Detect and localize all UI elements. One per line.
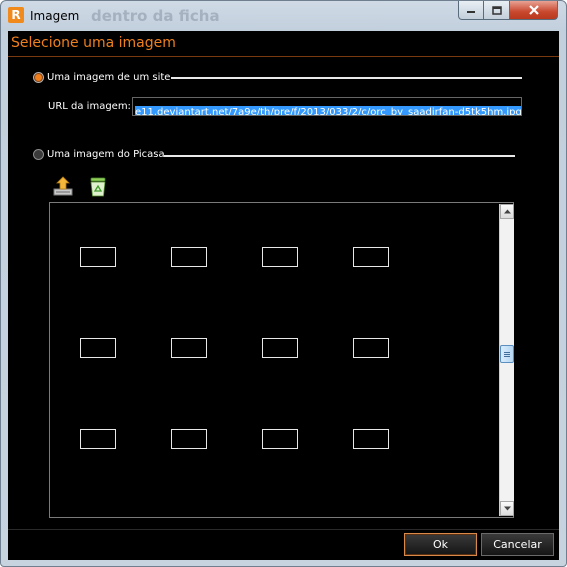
thumbnail[interactable] <box>80 247 116 267</box>
maximize-icon <box>491 5 502 15</box>
thumbnail[interactable] <box>262 247 298 267</box>
site-option-radio[interactable] <box>33 72 44 83</box>
dialog-window: R Imagem dentro da ficha Selecione uma i… <box>0 0 567 567</box>
thumbnail[interactable] <box>353 247 389 267</box>
thumbnail[interactable] <box>353 338 389 358</box>
window-title: Imagem <box>30 9 80 23</box>
thumbnail[interactable] <box>262 338 298 358</box>
url-label: URL da imagem: <box>48 101 131 112</box>
minimize-icon <box>467 11 475 13</box>
recycle-bin-icon[interactable] <box>87 176 109 198</box>
gallery-scrollbar[interactable] <box>499 204 514 516</box>
maximize-button[interactable] <box>484 1 510 20</box>
close-icon <box>528 5 539 15</box>
thumbnail[interactable] <box>171 429 207 449</box>
chevron-down-icon <box>503 506 511 511</box>
dialog-content: Selecione uma imagem Uma imagem de um si… <box>8 31 559 529</box>
app-icon: R <box>8 7 24 23</box>
cancel-button[interactable]: Cancelar <box>481 533 554 556</box>
thumbnail[interactable] <box>262 429 298 449</box>
picasa-option-label[interactable]: Uma imagem do Picasa <box>47 149 165 160</box>
scrollbar-thumb[interactable] <box>500 345 514 363</box>
thumbnail[interactable] <box>80 429 116 449</box>
scroll-up-button[interactable] <box>500 204 514 219</box>
upload-icon[interactable] <box>52 176 74 198</box>
url-input[interactable]: e11.deviantart.net/7a9e/th/pre/f/2013/03… <box>132 97 522 116</box>
thumbnail[interactable] <box>353 429 389 449</box>
background-window-title: dentro da ficha <box>91 7 220 25</box>
minimize-button[interactable] <box>458 1 484 20</box>
title-bar[interactable]: R Imagem dentro da ficha <box>1 1 566 31</box>
ok-button[interactable]: Ok <box>404 533 477 556</box>
dialog-heading: Selecione uma imagem <box>11 35 176 51</box>
scroll-down-button[interactable] <box>500 501 514 516</box>
thumbnail[interactable] <box>171 338 207 358</box>
thumbnail[interactable] <box>171 247 207 267</box>
url-input-value: e11.deviantart.net/7a9e/th/pre/f/2013/03… <box>135 106 521 115</box>
thumbnail[interactable] <box>80 338 116 358</box>
picasa-option-divider <box>164 155 515 157</box>
image-gallery[interactable] <box>49 202 514 518</box>
dialog-footer: Ok Cancelar <box>8 529 559 560</box>
site-option-label[interactable]: Uma imagem de um site <box>47 72 170 83</box>
close-button[interactable] <box>510 1 558 20</box>
site-option-divider <box>171 77 522 79</box>
chevron-up-icon <box>503 209 511 214</box>
picasa-option-radio[interactable] <box>33 149 44 160</box>
heading-divider <box>8 56 559 57</box>
